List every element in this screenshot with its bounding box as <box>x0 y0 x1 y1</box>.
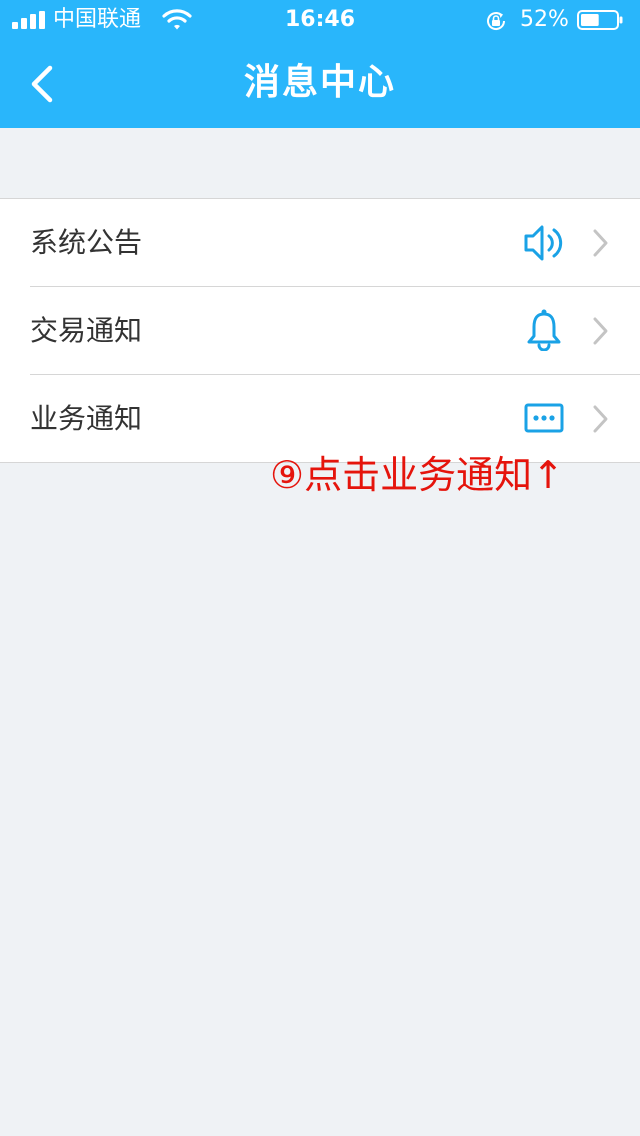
message-dots-icon <box>524 403 564 433</box>
chevron-right-icon <box>593 405 608 433</box>
chevron-right-icon <box>593 317 608 345</box>
list-item-transaction-notice[interactable]: 交易通知 <box>0 287 640 374</box>
orientation-lock-icon <box>487 12 506 30</box>
list-item-system-announcement[interactable]: 系统公告 <box>0 199 640 286</box>
battery-percentage: 52% <box>520 7 569 32</box>
message-category-list: 系统公告 交易通知 业务通知 <box>0 198 640 463</box>
navigation-header: 中国联通 16:46 52% 消息中心 <box>0 0 640 128</box>
chevron-right-icon <box>593 229 608 257</box>
list-item-label: 业务通知 <box>30 402 143 435</box>
list-item-label: 系统公告 <box>30 226 143 259</box>
status-bar: 中国联通 16:46 52% <box>0 0 640 40</box>
page-title: 消息中心 <box>243 62 396 103</box>
list-item-label: 交易通知 <box>30 314 143 347</box>
battery-icon <box>577 10 623 30</box>
instruction-annotation: ⑨点击业务通知↑ <box>270 453 564 497</box>
list-item-business-notice[interactable]: 业务通知 <box>0 375 640 462</box>
bell-icon <box>527 309 561 351</box>
speaker-icon <box>524 225 563 261</box>
